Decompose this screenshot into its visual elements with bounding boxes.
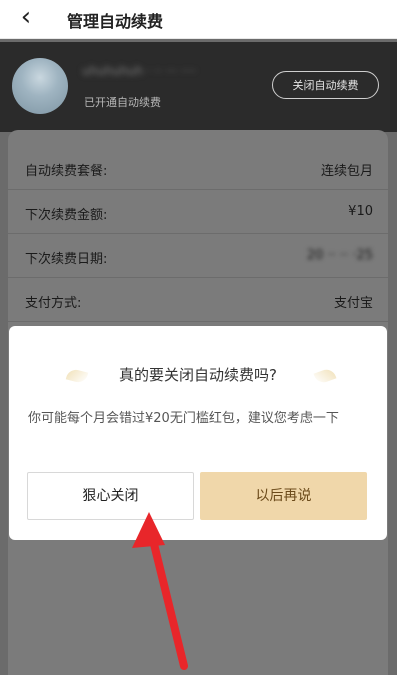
red-pointer-arrow-icon [132,512,188,670]
